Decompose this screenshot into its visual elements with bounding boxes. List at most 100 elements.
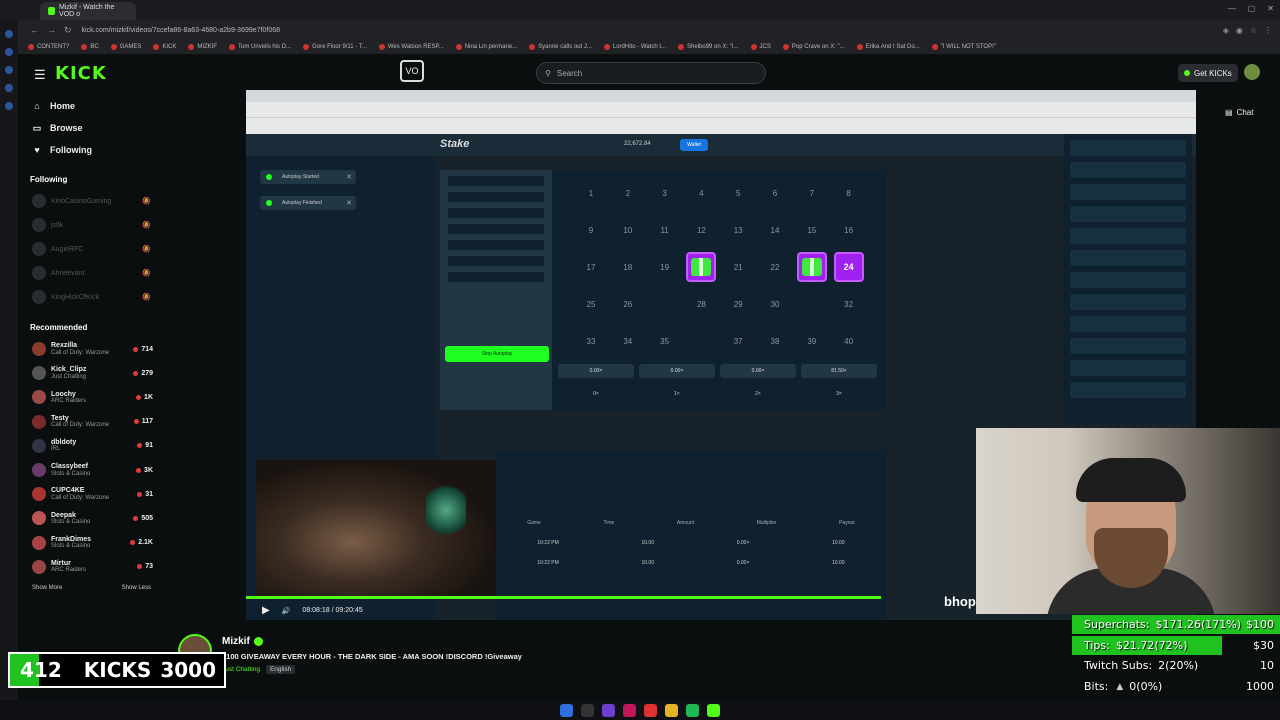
tab-title: Mizkif - Watch the VOD o [59,4,115,18]
kick-favicon-icon [48,7,56,15]
close-icon[interactable]: ✕ [1267,4,1274,13]
recommended-item[interactable]: Deepak Slots & Casino 505 [18,506,163,530]
toolbar-icon[interactable] [5,84,13,92]
chat-toggle-button[interactable]: ▤ Chat [1225,108,1253,117]
sidebar-nav-home[interactable]: ⌂ Home [18,95,163,117]
avatar [32,342,46,357]
recommended-item[interactable]: Loochy ARC Raiders 1K [18,385,163,409]
viewer-count-text: 1K [144,393,153,401]
recommended-item[interactable]: Classybeef Slots & Casino 3K [18,458,163,482]
get-kicks-button[interactable]: Get KICKs [1178,64,1238,82]
channel-name: Testy [51,414,69,422]
bookmark-item[interactable]: KICK [153,44,176,50]
menu-icon[interactable]: ⋮ [1264,26,1272,35]
search-taskbar-icon[interactable] [581,703,594,717]
bookmark-item[interactable]: Pop Crave on X: "... [782,44,845,50]
recommended-item[interactable]: Rexzilla Call of Duty: Warzone 714 [18,337,163,361]
extension-icon[interactable]: ◈ [1223,26,1229,35]
stat-row: Superchats: $171.26(171%) $100 [1072,614,1280,635]
recommended-item[interactable]: CUPC4KE Call of Duty: Warzone 31 [18,482,163,506]
keno-tile: 28 [696,299,706,309]
app-icon[interactable] [602,703,615,717]
bookmark-item[interactable]: GAMES [110,44,141,50]
recommended-item[interactable]: Testy Call of Duty: Warzone 117 [18,410,163,434]
video-progress-bar[interactable] [246,596,882,599]
channel-name[interactable]: Mizkif [222,636,263,647]
bookmark-favicon-icon [931,44,938,50]
spotify-icon[interactable] [686,703,699,717]
bookmark-label: Syanne calls out J... [538,44,592,50]
forward-icon[interactable]: → [47,25,56,36]
kick-app-icon[interactable] [707,703,720,717]
search-input[interactable]: ⚲ Search [536,62,766,84]
bookmark-item[interactable]: Gore Floor 9/11 - T... [303,44,367,50]
back-icon[interactable]: ← [30,25,39,36]
extension-icon[interactable]: ◉ [1236,26,1243,35]
toolbar-icon[interactable] [5,48,13,56]
folder-icon[interactable] [665,703,678,717]
viewer-count-text: 91 [145,442,153,450]
bookmark-item[interactable]: Nina Lin permane... [455,44,517,50]
bookmark-item[interactable]: Wes Watson RESP... [378,44,444,50]
bet-time: 10:22 PM [537,560,559,566]
hamburger-menu-icon[interactable]: ☰ [34,67,46,83]
bookmark-item[interactable]: MIZKIF [188,44,217,50]
bookmark-item[interactable]: JCS [750,44,771,50]
url-text[interactable]: kick.com/mizkif/videos/7ccefa86-8a63-468… [82,27,280,34]
following-name: KingHickOfKick [51,293,100,301]
following-item[interactable]: AugieRFC 🔕 [18,237,163,261]
category-link[interactable]: Just Chatting [222,666,260,673]
bets-column-header: Game [527,520,541,526]
home-icon: ⌂ [34,101,40,111]
bookmark-item[interactable]: "I WILL NOT STOP!" [931,44,996,50]
start-icon[interactable] [560,703,573,717]
payout-hit-count: 2× [755,391,761,397]
channel-name: Kick_Clipz [51,366,87,374]
bookmark-label: "I WILL NOT STOP!" [940,44,996,50]
recommended-item[interactable]: Kick_Clipz Just Chatting 279 [18,361,163,385]
following-item[interactable]: Ahrelevant 🔕 [18,261,163,285]
kicks-label: KICKS [83,658,152,682]
show-more-link[interactable]: Show More [32,585,62,591]
sidebar-nav-browse[interactable]: ▭ Browse [18,117,163,139]
play-icon[interactable]: ▶ [262,605,270,616]
maximize-icon[interactable]: ▢ [1248,4,1256,13]
kick-logo[interactable]: KICK [55,63,107,84]
channel-name: dbldoty [51,439,77,447]
keno-tile: 7 [809,188,815,198]
language-tag[interactable]: English [265,665,296,674]
stake-topbar: Stake 22,672.84 Wallet [246,134,1196,156]
user-avatar[interactable] [1244,64,1260,80]
toolbar-icon[interactable] [5,30,13,38]
show-less-link[interactable]: Show Less [122,585,151,591]
bookmark-star-icon[interactable]: ☆ [1250,26,1257,35]
app-icon[interactable] [623,703,636,717]
center-logo-icon[interactable]: VO [400,60,424,82]
bookmark-item[interactable]: BC [81,44,99,50]
following-item[interactable]: KinoCasinoGaming 🔕 [18,189,163,213]
avatar [32,290,46,304]
recommended-item[interactable]: dbldoty IRL 91 [18,434,163,458]
reload-icon[interactable]: ↻ [64,25,72,36]
toolbar-icon[interactable] [5,102,13,110]
bookmark-item[interactable]: LordHito - Watch t... [603,44,666,50]
live-dot-icon [137,443,143,449]
volume-icon[interactable]: 🔊 [282,607,291,615]
keno-tile [650,289,680,319]
toolbar-icon[interactable] [5,66,13,74]
following-item[interactable]: KingHickOfKick 🔕 [18,285,163,309]
sidebar-nav-following[interactable]: ♥ Following [18,139,163,161]
bookmark-item[interactable]: CONTENT? [28,44,69,50]
overlay-text: bhop [944,594,976,609]
chrome-icon[interactable] [644,703,657,717]
bookmark-item[interactable]: Erika And I Sat Do... [856,44,920,50]
recommended-item[interactable]: Mirtur ARC Raiders 73 [18,555,163,579]
bookmark-item[interactable]: Shelbo99 on X: "I... [678,44,739,50]
bookmark-item[interactable]: Syanne calls out J... [529,44,592,50]
recommended-item[interactable]: FrankDimes Slots & Casino 2.1K [18,531,163,555]
minimize-icon[interactable]: — [1228,4,1236,13]
following-item[interactable]: jstlk 🔕 [18,213,163,237]
browser-tab[interactable]: Mizkif - Watch the VOD o [40,2,136,20]
bookmark-item[interactable]: Tom Unveils his D... [229,44,291,50]
recommended-text: Rexzilla Call of Duty: Warzone [51,342,133,356]
